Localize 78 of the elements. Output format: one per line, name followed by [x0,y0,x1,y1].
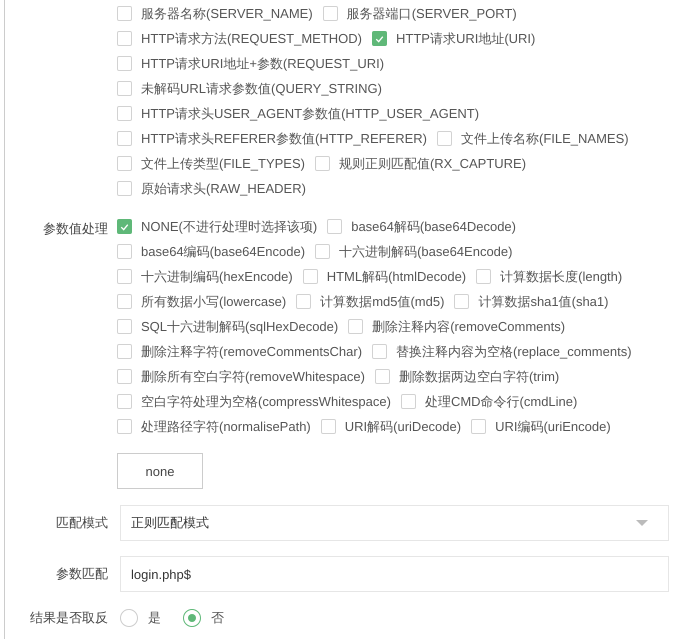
field-label: 结果是否取反 [30,610,108,625]
checkbox-label: SQL十六进制解码(sqlHexDecode) [141,318,338,336]
checkbox[interactable] [117,219,132,234]
checkbox-label: 空白字符处理为空格(compressWhitespace) [141,392,391,410]
checkbox-label: HTTP请求头USER_AGENT参数值(HTTP_USER_AGENT) [141,104,480,122]
checkbox-label: 文件上传名称(FILE_NAMES) [461,130,629,148]
checkbox[interactable] [302,269,318,284]
radio-label: 是 [148,609,161,627]
checkbox-label: HTTP请求头REFERER参数值(HTTP_REFERER) [141,130,428,148]
checkbox-label: 删除注释字符(removeCommentsChar) [141,342,362,360]
checkbox-label: 文件上传类型(FILE_TYPES) [141,154,305,172]
checkbox[interactable] [117,244,132,259]
checkbox-label: 删除数据两边空白字符(trim) [398,368,560,386]
checkbox[interactable] [117,394,132,409]
checkbox[interactable] [454,294,470,309]
checkbox[interactable] [117,106,132,121]
checkbox-label: 十六进制编码(hexEncode) [141,268,293,286]
checkbox[interactable] [117,6,132,21]
radio-label: 否 [211,609,224,627]
checkbox[interactable] [117,369,132,384]
checkbox[interactable] [314,156,330,171]
mode-dropdown[interactable]: 正则匹配模式 [120,505,669,541]
checkbox-label: 处理CMD命令行(cmdLine) [424,392,578,410]
checkbox-label: 替换注释内容为空格(replace_comments) [396,342,632,360]
checkbox[interactable] [320,419,336,434]
checkbox-label: NONE(不进行处理时选择该项) [141,218,318,236]
checkbox[interactable] [117,269,132,284]
checkbox[interactable] [476,269,492,284]
checkbox-label: 删除注释内容(removeComments) [372,318,566,336]
tag-chip[interactable]: none [117,453,203,489]
checkbox-label: 未解码URL请求参数值(QUERY_STRING) [141,80,382,98]
checkbox-label: base64解码(base64Decode) [351,218,516,236]
checkbox-label: HTTP请求URI地址+参数(REQUEST_URI) [141,54,384,72]
checkbox[interactable] [117,181,132,196]
checkbox[interactable] [117,56,132,71]
checkbox[interactable] [471,419,486,434]
checkbox[interactable] [348,319,364,334]
input-field[interactable]: login.php$ [120,556,669,592]
checkbox[interactable] [437,131,452,146]
checkbox-label: base64编码(base64Encode) [141,242,306,260]
field-label: 参数匹配 [56,566,108,581]
checkbox[interactable] [117,419,132,434]
checkbox-label: HTTP请求URI地址(URI) [396,30,536,48]
field-label: 匹配模式 [56,515,108,530]
checkbox-label: 计算数据长度(length) [500,268,622,286]
checkbox[interactable] [400,394,416,409]
checkbox[interactable] [117,344,132,359]
checkbox-label: URI解码(uriDecode) [344,418,462,436]
checkbox[interactable] [315,244,330,259]
checkbox[interactable] [117,131,132,146]
field-label: 参数值处理 [43,221,108,236]
checkbox[interactable] [117,319,132,334]
checkbox-label: HTML解码(htmlDecode) [326,268,466,286]
caret-icon [636,520,648,526]
checkbox-label: 所有数据小写(lowercase) [141,292,286,310]
checkbox[interactable] [374,369,390,384]
checkbox-label: 服务器名称(SERVER_NAME) [141,4,313,22]
checkbox[interactable] [372,344,388,359]
checkbox[interactable] [327,219,342,234]
checkbox-label: 处理路径字符(normalisePath) [141,418,311,436]
checkbox-label: 计算数据md5值(md5) [320,292,444,310]
checkbox[interactable] [117,156,132,171]
checkbox[interactable] [117,81,132,96]
checkbox-label: 服务器端口(SERVER_PORT) [346,4,517,22]
checkbox-label: 计算数据sha1值(sha1) [478,292,608,310]
checkbox[interactable] [322,6,338,21]
checkbox-label: 原始请求头(RAW_HEADER) [141,180,306,198]
checkbox-label: HTTP请求方法(REQUEST_METHOD) [141,30,362,48]
radio-button[interactable] [183,609,201,627]
checkbox[interactable] [117,31,132,46]
radio-button[interactable] [120,609,138,627]
checkbox-label: 十六进制解码(base64Encode) [339,242,512,260]
checkbox-label: URI编码(uriEncode) [495,418,611,436]
checkbox[interactable] [117,294,132,309]
checkbox[interactable] [372,31,387,46]
checkbox-label: 规则正则匹配值(RX_CAPTURE) [338,154,526,172]
checkbox[interactable] [296,294,312,309]
checkbox-label: 删除所有空白字符(removeWhitespace) [141,368,365,386]
